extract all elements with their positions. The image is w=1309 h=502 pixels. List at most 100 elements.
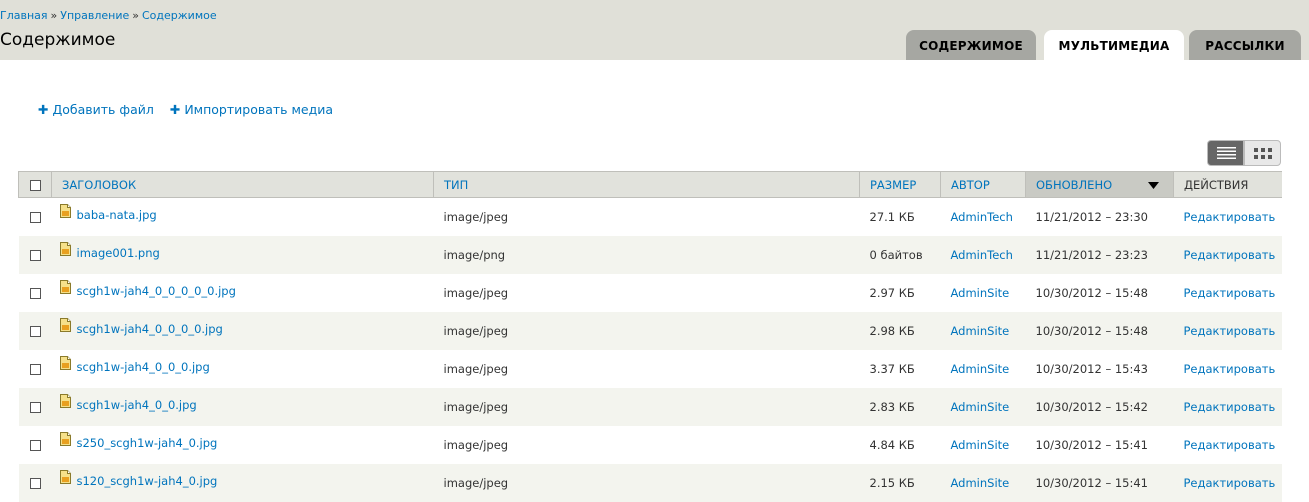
column-header-updated[interactable]: ОБНОВЛЕНО — [1025, 171, 1174, 198]
type-cell: image/png — [433, 235, 860, 274]
edit-link[interactable]: Редактировать — [1184, 438, 1276, 452]
author-cell: AdminTech — [940, 235, 1026, 274]
table-row: s120_scgh1w-jah4_0.jpg image/jpeg 2.15 КБ A… — [18, 463, 1282, 502]
author-link[interactable]: AdminSite — [951, 438, 1010, 452]
file-title-link[interactable]: image001.png — [77, 246, 160, 260]
actions-cell: Редактировать — [1173, 197, 1282, 236]
breadcrumb-admin[interactable]: Управление — [60, 9, 129, 22]
breadcrumb-separator: » — [132, 9, 139, 22]
author-link[interactable]: AdminTech — [951, 210, 1013, 224]
author-link[interactable]: AdminTech — [951, 248, 1013, 262]
author-link[interactable]: AdminSite — [951, 286, 1010, 300]
edit-link[interactable]: Редактировать — [1184, 286, 1276, 300]
column-header-type[interactable]: ТИП — [433, 171, 860, 198]
row-select-cell — [18, 349, 52, 388]
type-cell: image/jpeg — [433, 311, 860, 350]
sort-desc-icon — [1148, 182, 1159, 189]
column-header-title[interactable]: ЗАГОЛОВОК — [51, 171, 434, 198]
type-cell: image/jpeg — [433, 349, 860, 388]
row-checkbox[interactable] — [29, 211, 41, 223]
author-cell: AdminSite — [940, 425, 1026, 464]
list-view-button[interactable] — [1207, 140, 1244, 166]
table-row: scgh1w-jah4_0_0_0_0_0.jpg image/jpeg 2.97 … — [18, 273, 1282, 312]
image-file-icon — [59, 318, 71, 335]
size-cell: 4.84 КБ — [859, 425, 941, 464]
add-file-label: Добавить файл — [52, 102, 154, 117]
file-title-link[interactable]: scgh1w-jah4_0_0_0.jpg — [77, 360, 210, 374]
tab-newsletters[interactable]: РАССЫЛКИ — [1189, 30, 1301, 60]
plus-icon: ✚ — [169, 102, 181, 117]
type-cell: image/jpeg — [433, 425, 860, 464]
list-view-icon — [1217, 147, 1236, 159]
updated-cell: 10/30/2012 – 15:48 — [1025, 311, 1174, 350]
row-checkbox[interactable] — [29, 401, 41, 413]
file-title-link[interactable]: scgh1w-jah4_0_0_0_0_0.jpg — [77, 284, 236, 298]
actions-cell: Редактировать — [1173, 387, 1282, 426]
author-link[interactable]: AdminSite — [951, 476, 1010, 490]
file-title-link[interactable]: scgh1w-jah4_0_0.jpg — [77, 398, 197, 412]
file-title-link[interactable]: scgh1w-jah4_0_0_0_0.jpg — [77, 322, 223, 336]
row-select-cell — [18, 463, 52, 502]
author-cell: AdminSite — [940, 311, 1026, 350]
table-header-row: ЗАГОЛОВОК ТИП РАЗМЕР АВТОР ОБНОВЛЕНО ДЕЙ… — [18, 171, 1282, 198]
table-row: scgh1w-jah4_0_0_0.jpg image/jpeg 3.37 КБ Ad… — [18, 349, 1282, 388]
media-table: ЗАГОЛОВОК ТИП РАЗМЕР АВТОР ОБНОВЛЕНО ДЕЙ… — [18, 171, 1282, 502]
image-file-icon — [59, 204, 71, 221]
row-checkbox[interactable] — [29, 287, 41, 299]
type-cell: image/jpeg — [433, 197, 860, 236]
actions-cell: Редактировать — [1173, 463, 1282, 502]
file-title-link[interactable]: s250_scgh1w-jah4_0.jpg — [77, 436, 218, 450]
author-cell: AdminTech — [940, 197, 1026, 236]
page-title: Содержимое — [0, 30, 116, 50]
add-file-link[interactable]: ✚ Добавить файл — [38, 102, 154, 117]
file-title-link[interactable]: s120_scgh1w-jah4_0.jpg — [77, 474, 218, 488]
row-select-cell — [18, 197, 52, 236]
type-cell: image/jpeg — [433, 273, 860, 312]
row-select-cell — [18, 311, 52, 350]
column-header-updated-label: ОБНОВЛЕНО — [1036, 177, 1113, 192]
author-link[interactable]: AdminSite — [951, 324, 1010, 338]
actions-cell: Редактировать — [1173, 235, 1282, 274]
tab-content[interactable]: СОДЕРЖИМОЕ — [906, 30, 1036, 60]
breadcrumb-home[interactable]: Главная — [0, 9, 48, 22]
title-cell: image001.png — [51, 235, 434, 274]
size-cell: 27.1 КБ — [859, 197, 941, 236]
row-checkbox[interactable] — [29, 325, 41, 337]
action-links: ✚ Добавить файл ✚ Импортировать медиа — [38, 102, 345, 117]
view-switcher — [1207, 140, 1281, 166]
edit-link[interactable]: Редактировать — [1184, 248, 1276, 262]
column-header-author[interactable]: АВТОР — [940, 171, 1026, 198]
title-cell: s120_scgh1w-jah4_0.jpg — [51, 463, 434, 502]
tab-multimedia[interactable]: МУЛЬТИМЕДИА — [1044, 30, 1184, 60]
edit-link[interactable]: Редактировать — [1184, 210, 1276, 224]
table-row: baba-nata.jpg image/jpeg 27.1 КБ AdminTech 1… — [18, 197, 1282, 236]
column-header-size[interactable]: РАЗМЕР — [859, 171, 941, 198]
import-media-link[interactable]: ✚ Импортировать медиа — [170, 102, 333, 117]
grid-view-button[interactable] — [1244, 140, 1281, 166]
row-checkbox[interactable] — [29, 439, 41, 451]
updated-cell: 11/21/2012 – 23:23 — [1025, 235, 1174, 274]
row-checkbox[interactable] — [29, 477, 41, 489]
image-file-icon — [59, 394, 71, 411]
file-title-link[interactable]: baba-nata.jpg — [77, 208, 157, 222]
updated-cell: 10/30/2012 – 15:48 — [1025, 273, 1174, 312]
author-link[interactable]: AdminSite — [951, 362, 1010, 376]
edit-link[interactable]: Редактировать — [1184, 362, 1276, 376]
grid-view-icon — [1254, 148, 1272, 159]
table-row: s250_scgh1w-jah4_0.jpg image/jpeg 4.84 КБ A… — [18, 425, 1282, 464]
title-cell: scgh1w-jah4_0_0_0.jpg — [51, 349, 434, 388]
breadcrumb-separator: » — [50, 9, 58, 22]
title-cell: scgh1w-jah4_0_0.jpg — [51, 387, 434, 426]
author-link[interactable]: AdminSite — [951, 400, 1010, 414]
updated-cell: 10/30/2012 – 15:43 — [1025, 349, 1174, 388]
edit-link[interactable]: Редактировать — [1184, 400, 1276, 414]
row-checkbox[interactable] — [29, 363, 41, 375]
select-all-checkbox[interactable] — [29, 179, 41, 191]
type-cell: image/jpeg — [433, 463, 860, 502]
breadcrumb-content[interactable]: Содержимое — [142, 9, 217, 22]
edit-link[interactable]: Редактировать — [1184, 324, 1276, 338]
select-all-header — [18, 171, 52, 198]
size-cell: 2.83 КБ — [859, 387, 941, 426]
row-checkbox[interactable] — [29, 249, 41, 261]
edit-link[interactable]: Редактировать — [1184, 476, 1276, 490]
